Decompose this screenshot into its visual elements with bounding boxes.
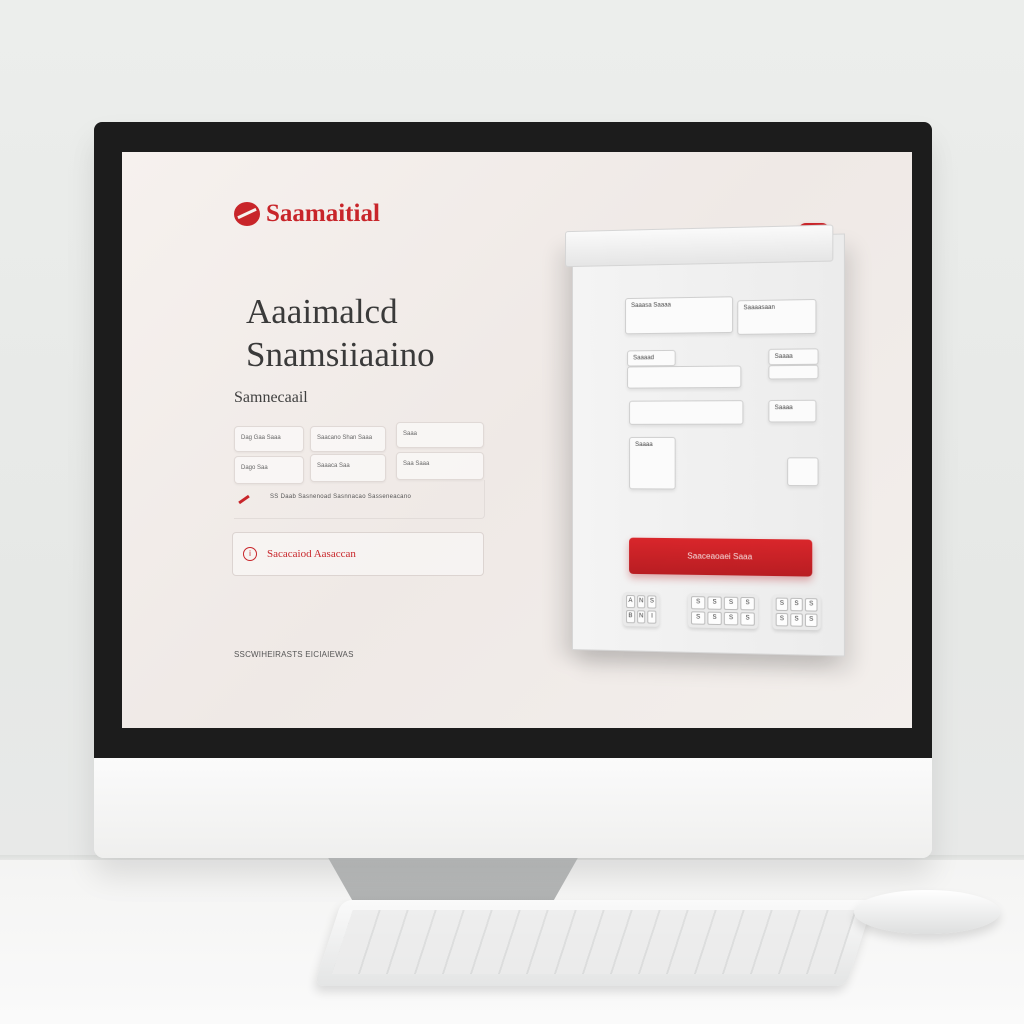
- panel-field-4[interactable]: [627, 365, 742, 389]
- form-field-6[interactable]: Saa Saaa: [396, 452, 484, 480]
- cta-button[interactable]: i Sacacaiod Aasaccan: [232, 532, 484, 576]
- key[interactable]: S: [647, 595, 657, 609]
- panel-field-8[interactable]: Saaaa: [768, 399, 817, 423]
- keypad-right[interactable]: S S S S S S: [772, 594, 821, 631]
- key[interactable]: S: [690, 611, 706, 625]
- panel-field-7[interactable]: [629, 400, 744, 425]
- hero-title: Aaaimalcd Snamsiiaaino: [246, 290, 435, 376]
- brand-logo-icon: [234, 202, 260, 226]
- key[interactable]: S: [804, 613, 818, 628]
- form-field-3[interactable]: Saaa: [396, 422, 484, 448]
- key[interactable]: S: [790, 613, 803, 627]
- panel-field-6[interactable]: [768, 364, 819, 380]
- key[interactable]: S: [723, 611, 739, 626]
- key[interactable]: S: [790, 597, 803, 612]
- hero-title-line1: Aaaimalcd: [246, 292, 398, 331]
- key[interactable]: S: [775, 612, 789, 627]
- key[interactable]: I: [647, 610, 657, 624]
- monitor-chin: [94, 758, 932, 858]
- cta-label: Sacacaiod Aasaccan: [267, 548, 356, 560]
- keypad-left[interactable]: A N S B N I: [623, 591, 660, 627]
- key[interactable]: S: [740, 596, 755, 611]
- key[interactable]: N: [636, 595, 646, 609]
- panel-field-5[interactable]: Saaaa: [768, 348, 819, 366]
- form-panel-header: [565, 224, 834, 268]
- key[interactable]: S: [740, 612, 755, 626]
- brand-name: Saamaitial: [266, 200, 380, 227]
- brand-logo[interactable]: Saamaitial: [234, 200, 380, 228]
- key[interactable]: A: [626, 594, 635, 609]
- row-text: SS Daab Sasnenoad Sasnnacao Sasseneacano: [270, 494, 412, 500]
- key[interactable]: S: [804, 598, 818, 612]
- panel-field-2[interactable]: Saaaasaan: [737, 298, 817, 335]
- submit-button[interactable]: Saaceaoaei Saaa: [629, 537, 813, 577]
- form-field-1[interactable]: Dag Gaa Saaa: [234, 426, 304, 452]
- key[interactable]: B: [626, 610, 635, 624]
- key[interactable]: S: [707, 611, 722, 626]
- form-panel: Saaasa Saaaa Saaaasaan Saaaad Saaaa Saaa…: [565, 224, 845, 657]
- key[interactable]: N: [636, 610, 646, 624]
- monitor: Saamaitial Aaaimalcd Snamsiiaaino Samnec…: [94, 122, 932, 858]
- footer-text: SSCWIHEIRASTS EICIAIEWAS: [234, 650, 354, 659]
- screen: Saamaitial Aaaimalcd Snamsiiaaino Samnec…: [122, 152, 912, 728]
- key[interactable]: S: [723, 596, 739, 611]
- keypad-middle[interactable]: S S S S S S S S: [687, 592, 758, 629]
- keyboard-keys: [331, 910, 857, 974]
- panel-field-10[interactable]: [787, 457, 819, 487]
- key[interactable]: S: [690, 596, 706, 610]
- section-label: Samnecaail: [234, 389, 308, 406]
- key[interactable]: S: [775, 597, 789, 612]
- panel-field-3[interactable]: Saaaad: [627, 349, 676, 367]
- hero-title-line2: Snamsiiaaino: [246, 335, 435, 374]
- panel-field-9[interactable]: Saaaa: [629, 436, 676, 490]
- mouse: [854, 890, 1000, 934]
- key[interactable]: S: [707, 596, 722, 610]
- keyboard: [314, 900, 874, 986]
- panel-field-1[interactable]: Saaasa Saaaa: [625, 296, 734, 335]
- info-circle-icon: i: [243, 547, 257, 561]
- form-field-2[interactable]: Saacano Shan Saaa: [310, 426, 386, 452]
- form-field-5[interactable]: Saaaca Saa: [310, 454, 386, 482]
- monitor-bezel: Saamaitial Aaaimalcd Snamsiiaaino Samnec…: [94, 122, 932, 758]
